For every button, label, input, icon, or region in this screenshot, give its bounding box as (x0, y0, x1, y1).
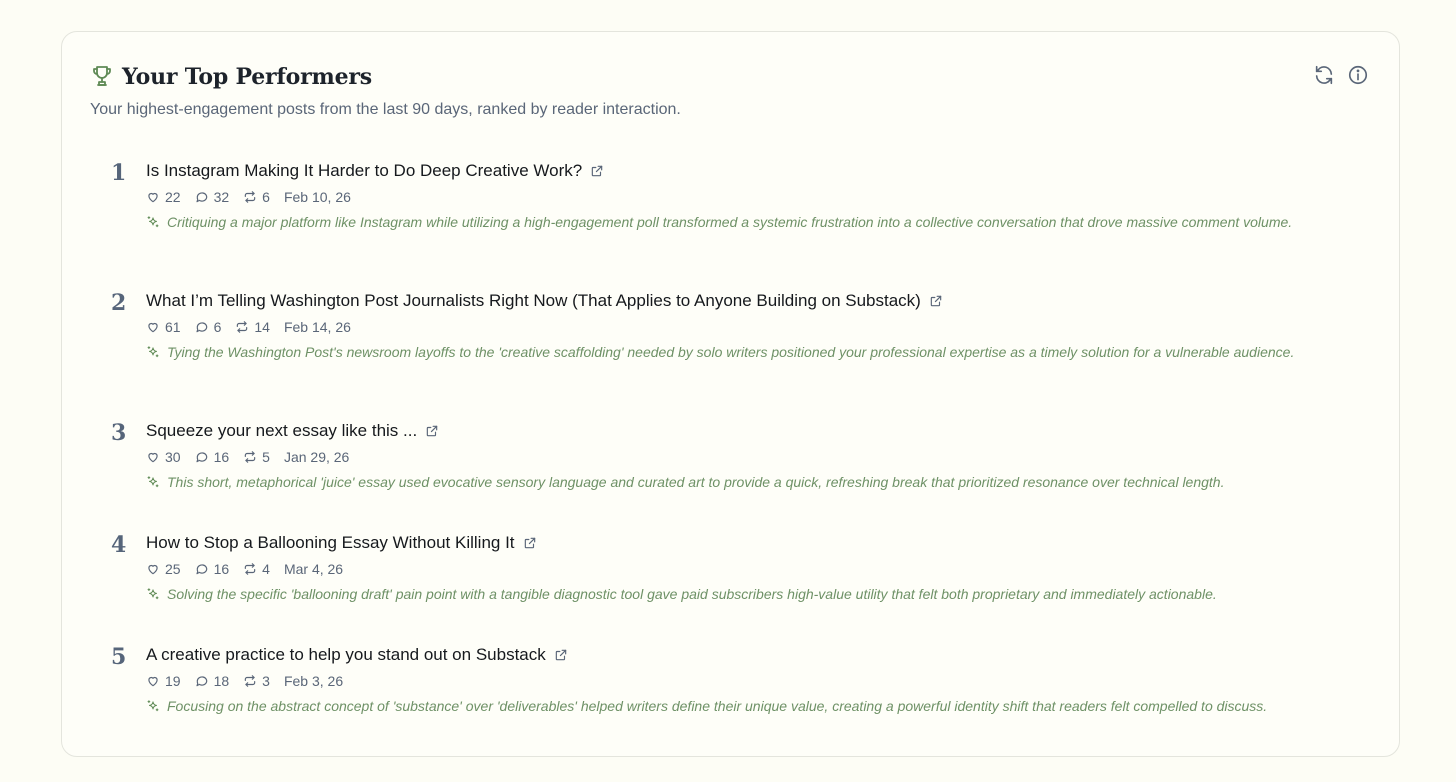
info-icon[interactable] (1347, 64, 1369, 86)
comment-icon (196, 452, 207, 463)
post-rank: 1 (111, 160, 127, 186)
comments-count: 6 (213, 319, 222, 335)
card-header: Your Top Performers (90, 62, 1371, 92)
comments-stat: 32 (195, 188, 230, 206)
likes-stat: 22 (146, 188, 181, 206)
restacks-count: 6 (262, 189, 270, 205)
comment-icon (196, 322, 207, 333)
likes-count: 25 (165, 561, 181, 577)
external-link-icon[interactable] (554, 648, 568, 662)
card-title: Your Top Performers (122, 64, 372, 90)
post-title[interactable]: A creative practice to help you stand ou… (146, 643, 546, 667)
post-stats: 30 16 5 Jan 29, 26 (146, 448, 349, 466)
post-title-link[interactable]: Is Instagram Making It Harder to Do Deep… (146, 159, 604, 183)
post-rank: 2 (111, 290, 127, 316)
likes-count: 22 (165, 189, 181, 205)
restack-icon (244, 675, 256, 687)
post-date: Feb 10, 26 (283, 189, 351, 205)
restacks-count: 4 (262, 561, 270, 577)
post-rank: 4 (111, 532, 127, 558)
external-link-icon[interactable] (523, 536, 537, 550)
comments-count: 18 (213, 673, 230, 689)
restacks-stat: 6 (243, 188, 270, 206)
insight-text: Critiquing a major platform like Instagr… (167, 214, 1293, 230)
post-title-link[interactable]: A creative practice to help you stand ou… (146, 643, 568, 667)
post-title[interactable]: How to Stop a Ballooning Essay Without K… (146, 531, 515, 555)
heart-icon (148, 564, 158, 575)
heart-icon (148, 452, 158, 463)
post-title-link[interactable]: Squeeze your next essay like this ... (146, 419, 439, 443)
post-title[interactable]: Is Instagram Making It Harder to Do Deep… (146, 159, 582, 183)
post-insight: Solving the specific 'ballooning draft' … (146, 585, 1316, 604)
post-title[interactable]: What I’m Telling Washington Post Journal… (146, 289, 921, 313)
restacks-count: 14 (254, 319, 270, 335)
comments-count: 32 (213, 189, 230, 205)
post-stats: 22 32 6 Feb 10, 26 (146, 188, 351, 206)
insight-text: This short, metaphorical 'juice' essay u… (167, 474, 1225, 490)
heart-icon (148, 192, 158, 203)
sparkle-icon (147, 216, 159, 228)
refresh-icon[interactable] (1313, 64, 1335, 86)
comments-count: 16 (213, 561, 230, 577)
likes-count: 19 (165, 673, 181, 689)
sparkle-icon (147, 588, 159, 600)
insight-text: Tying the Washington Post's newsroom lay… (167, 344, 1295, 360)
heart-icon (148, 676, 158, 687)
insight-text: Focusing on the abstract concept of 'sub… (167, 698, 1268, 714)
restack-icon (244, 451, 256, 463)
likes-stat: 61 (146, 318, 181, 336)
likes-count: 30 (165, 449, 181, 465)
comments-stat: 6 (195, 318, 222, 336)
restacks-stat: 3 (243, 672, 270, 690)
restacks-stat: 14 (235, 318, 270, 336)
post-title[interactable]: Squeeze your next essay like this ... (146, 419, 417, 443)
restack-icon (244, 191, 256, 203)
restacks-stat: 5 (243, 448, 270, 466)
top-performers-card: Your Top Performers Your highest-engagem… (61, 31, 1400, 757)
trophy-icon (93, 66, 111, 86)
post-stats: 25 16 4 Mar 4, 26 (146, 560, 343, 578)
post-date: Feb 14, 26 (283, 319, 351, 335)
sparkle-icon (147, 346, 159, 358)
restacks-count: 3 (262, 673, 270, 689)
restacks-count: 5 (262, 449, 270, 465)
sparkle-icon (147, 700, 159, 712)
insight-text: Solving the specific 'ballooning draft' … (167, 586, 1217, 602)
post-insight: Tying the Washington Post's newsroom lay… (146, 343, 1316, 362)
likes-count: 61 (165, 319, 181, 335)
likes-stat: 19 (146, 672, 181, 690)
post-insight: This short, metaphorical 'juice' essay u… (146, 473, 1316, 492)
restack-icon (244, 563, 256, 575)
comment-icon (196, 192, 207, 203)
post-date: Jan 29, 26 (283, 449, 350, 465)
post-insight: Critiquing a major platform like Instagr… (146, 213, 1316, 232)
heart-icon (148, 322, 158, 333)
comments-stat: 18 (195, 672, 230, 690)
likes-stat: 30 (146, 448, 181, 466)
restack-icon (237, 321, 248, 333)
comment-icon (196, 676, 207, 687)
likes-stat: 25 (146, 560, 181, 578)
external-link-icon[interactable] (425, 424, 439, 438)
post-insight: Focusing on the abstract concept of 'sub… (146, 697, 1316, 716)
card-subtitle: Your highest-engagement posts from the l… (90, 101, 681, 118)
comments-stat: 16 (195, 448, 230, 466)
comments-stat: 16 (195, 560, 230, 578)
post-date: Feb 3, 26 (283, 673, 344, 689)
external-link-icon[interactable] (929, 294, 943, 308)
external-link-icon[interactable] (590, 164, 604, 178)
post-stats: 61 6 14 Feb 14, 26 (146, 318, 351, 336)
sparkle-icon (147, 476, 159, 488)
post-title-link[interactable]: What I’m Telling Washington Post Journal… (146, 289, 943, 313)
restacks-stat: 4 (243, 560, 270, 578)
post-title-link[interactable]: How to Stop a Ballooning Essay Without K… (146, 531, 537, 555)
post-rank: 3 (111, 420, 127, 446)
post-rank: 5 (111, 644, 127, 670)
comments-count: 16 (213, 449, 230, 465)
post-date: Mar 4, 26 (283, 561, 344, 577)
post-stats: 19 18 3 Feb 3, 26 (146, 672, 343, 690)
comment-icon (196, 564, 207, 575)
